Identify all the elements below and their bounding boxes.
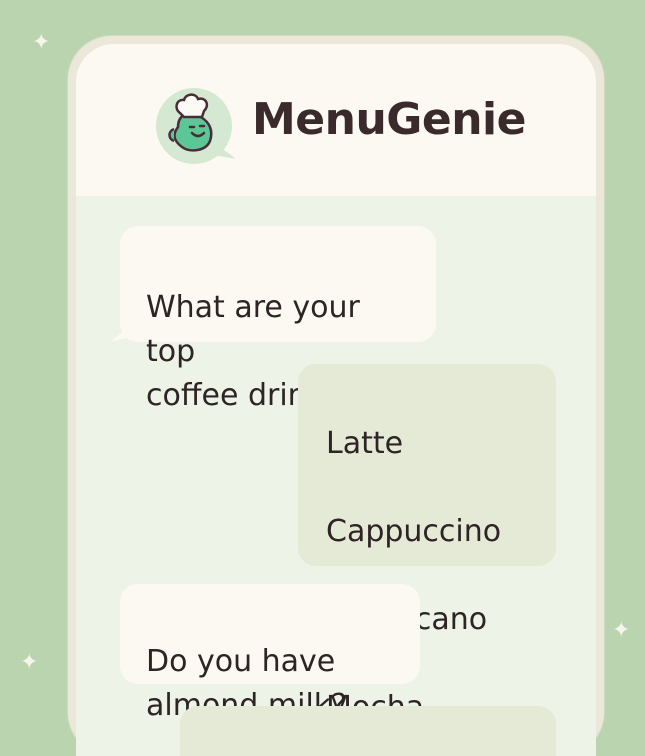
user-message: What are your top coffee drinks? (120, 226, 436, 413)
menu-item: Cappuccino (326, 514, 502, 549)
bot-message: Latte Cappuccino Americano Mocha (298, 364, 556, 725)
chef-blob-icon (156, 88, 236, 164)
sparkle-icon: ✦ (612, 618, 631, 643)
bot-message (180, 706, 556, 756)
chat-screen: MenuGenie What are your top coffee drink… (76, 44, 596, 756)
sparkle-icon: ✦ (20, 650, 39, 675)
app-header: MenuGenie (76, 44, 596, 196)
phone-frame: MenuGenie What are your top coffee drink… (68, 36, 604, 756)
menu-item: Latte (326, 426, 404, 461)
app-title: MenuGenie (252, 94, 526, 145)
user-message: Do you have almond milk? (120, 584, 420, 723)
sparkle-icon: ✦ (32, 30, 51, 55)
